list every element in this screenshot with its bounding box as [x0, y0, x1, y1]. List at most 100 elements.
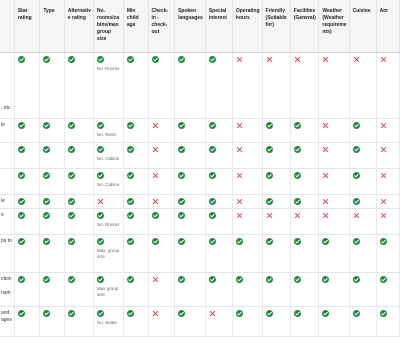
table-row: ction nark Max group size — [0, 272, 400, 307]
check-circle-icon — [178, 171, 186, 179]
row-label-line: nark — [1, 289, 11, 296]
column-header: Weather (Weather requireme nts) — [318, 0, 350, 53]
table-cell — [376, 272, 400, 307]
x-icon — [323, 198, 329, 204]
x-icon — [236, 172, 242, 178]
table-cell — [174, 234, 206, 273]
column-header: Min child age — [123, 0, 149, 53]
column-header: Cuisine — [349, 0, 377, 53]
header-row: Star rating Type Alternativ e rating No. ro… — [0, 0, 400, 53]
table-cell — [262, 142, 291, 169]
check-circle-icon — [67, 309, 75, 317]
column-header: Facilities (General) — [290, 0, 320, 53]
table-cell — [123, 234, 149, 273]
table-row: and ages No. Seats — [0, 306, 400, 337]
x-icon — [236, 122, 242, 128]
x-icon — [236, 56, 242, 62]
check-circle-icon — [265, 121, 273, 129]
row-label-line — [1, 283, 12, 290]
table-cell: No. Seats — [93, 306, 124, 337]
check-circle-icon — [352, 145, 360, 153]
column-header: Spoken languages — [174, 0, 206, 53]
check-circle-icon — [293, 309, 301, 317]
table-cell — [174, 118, 206, 143]
check-circle-icon — [67, 197, 75, 205]
check-circle-icon — [352, 309, 360, 317]
x-icon — [323, 212, 329, 218]
x-icon — [152, 146, 158, 152]
table-cell — [262, 118, 291, 143]
check-circle-icon — [208, 237, 216, 245]
row-label-line — [1, 146, 12, 153]
table-cell — [376, 306, 400, 337]
check-circle-icon — [265, 171, 273, 179]
row-label: ction nark — [0, 272, 15, 307]
table-row: ps to Max. group size — [0, 234, 400, 273]
check-circle-icon — [322, 275, 330, 283]
table-cell — [349, 142, 377, 169]
table-cell — [232, 168, 263, 195]
x-icon — [266, 56, 272, 62]
check-circle-icon — [17, 309, 25, 317]
check-circle-icon — [43, 275, 51, 283]
table-cell — [148, 142, 176, 169]
table-cell — [376, 142, 400, 169]
check-circle-icon — [96, 211, 104, 219]
table-cell — [39, 168, 65, 195]
table-cell — [349, 208, 377, 235]
x-icon — [152, 198, 158, 204]
check-circle-icon — [126, 211, 134, 219]
table-cell — [318, 208, 350, 235]
check-circle-icon — [17, 197, 25, 205]
check-circle-icon — [126, 55, 134, 63]
check-circle-icon — [126, 197, 134, 205]
check-circle-icon — [151, 237, 159, 245]
table-cell — [93, 194, 124, 209]
row-label-line: ction — [1, 275, 12, 282]
check-circle-icon — [178, 55, 186, 63]
check-circle-icon — [43, 237, 51, 245]
row-label-line — [1, 56, 12, 63]
table-cell — [64, 52, 94, 119]
table-cell — [376, 52, 400, 119]
table-cell — [232, 194, 263, 209]
cell-note: No. Rooms — [96, 65, 120, 71]
table-cell — [64, 208, 94, 235]
check-circle-icon — [178, 197, 186, 205]
table-cell — [39, 234, 65, 273]
check-circle-icon — [178, 145, 186, 153]
table-cell — [148, 168, 176, 195]
x-icon — [323, 146, 329, 152]
row-label-line — [1, 172, 12, 179]
column-header: Check-in - check-out — [148, 0, 176, 53]
table-row: e No. Rooms — [0, 208, 400, 235]
table-cell — [174, 208, 206, 235]
row-label-line — [1, 98, 12, 105]
x-icon — [152, 310, 158, 316]
table-cell — [14, 142, 41, 169]
comparison-table-panel: Star rating Type Alternativ e rating No. ro… — [0, 0, 400, 350]
check-circle-icon — [17, 145, 25, 153]
check-circle-icon — [352, 171, 360, 179]
row-label: ps to — [0, 234, 15, 273]
x-icon — [353, 56, 359, 62]
check-circle-icon — [96, 171, 104, 179]
table-cell — [318, 142, 350, 169]
table-cell — [123, 52, 149, 119]
table-cell — [123, 306, 149, 337]
table-cell — [376, 168, 400, 195]
check-circle-icon — [208, 121, 216, 129]
table-cell — [232, 118, 263, 143]
table-cell — [174, 306, 206, 337]
x-icon — [236, 212, 242, 218]
table-cell — [262, 194, 291, 209]
table-cell — [39, 52, 65, 119]
column-header: Friendly (Suitable for) — [262, 0, 291, 53]
x-icon — [152, 122, 158, 128]
check-circle-icon — [208, 211, 216, 219]
x-icon — [323, 172, 329, 178]
table-cell — [232, 142, 263, 169]
check-circle-icon — [322, 309, 330, 317]
table-cell — [318, 194, 350, 209]
table-cell — [318, 52, 350, 119]
